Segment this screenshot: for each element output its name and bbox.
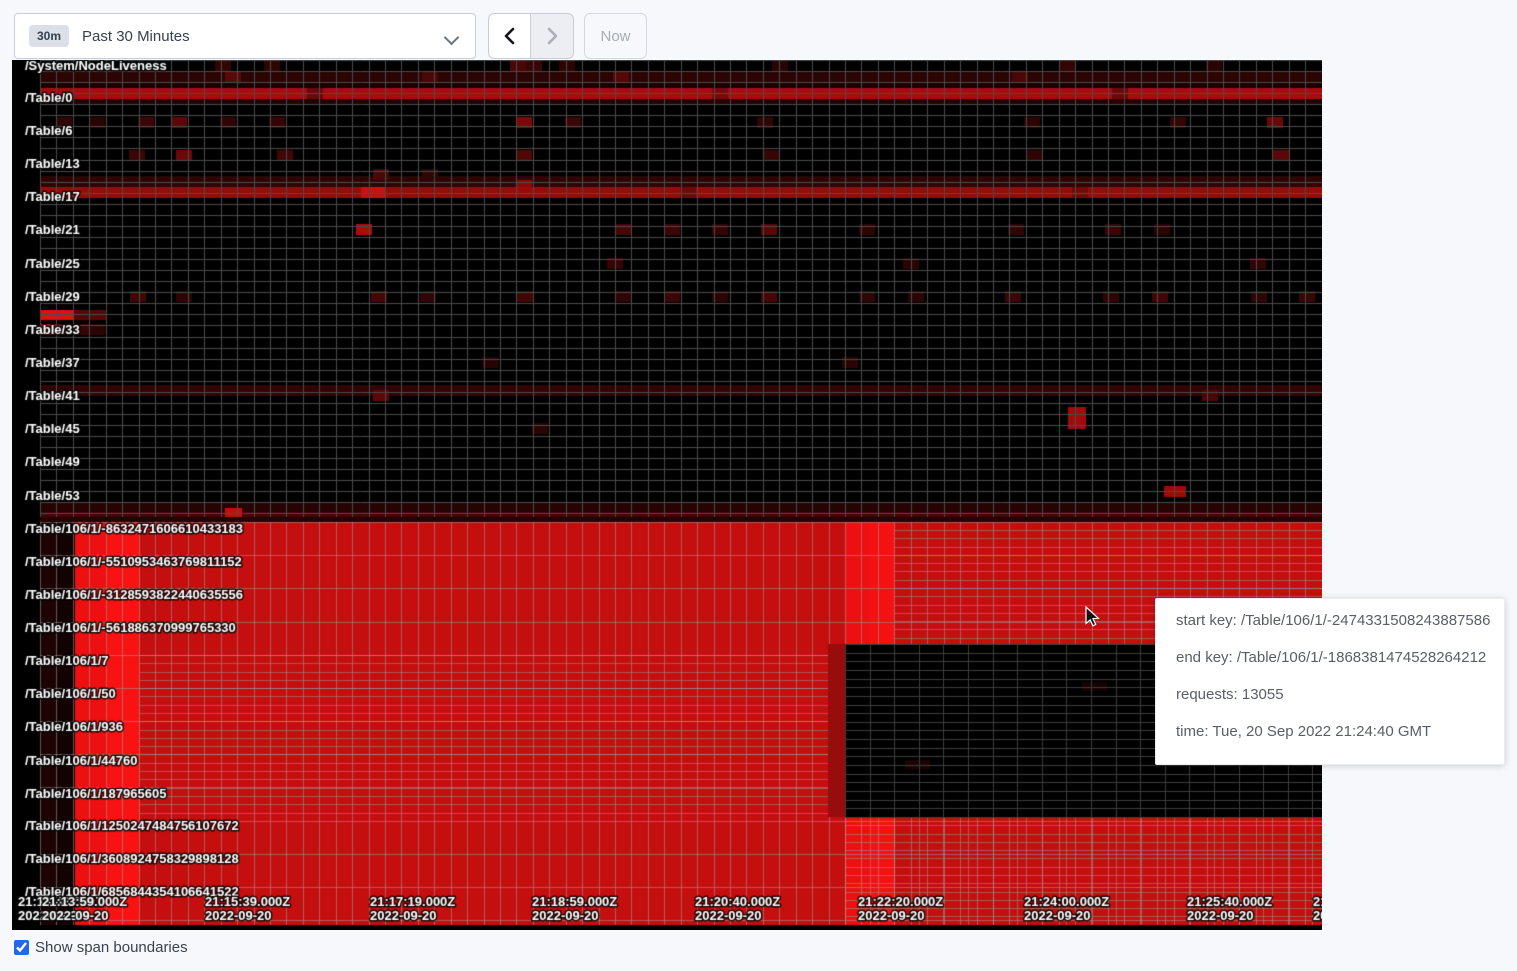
footer: Show span boundaries bbox=[14, 939, 188, 956]
tooltip-start-key: start key: /Table/106/1/-247433150824388… bbox=[1176, 613, 1504, 629]
chevron-left-icon bbox=[503, 27, 516, 45]
time-range-select[interactable]: 30m Past 30 Minutes bbox=[14, 13, 476, 59]
tooltip-time: time: Tue, 20 Sep 2022 21:24:40 GMT bbox=[1176, 724, 1504, 740]
next-time-button[interactable] bbox=[531, 13, 574, 59]
mouse-cursor-icon bbox=[1083, 606, 1103, 633]
span-boundaries-label: Show span boundaries bbox=[35, 939, 188, 956]
now-button[interactable]: Now bbox=[584, 13, 647, 59]
tooltip-requests: requests: 13055 bbox=[1176, 687, 1504, 703]
time-range-label: Past 30 Minutes bbox=[82, 28, 190, 45]
cell-tooltip: start key: /Table/106/1/-247433150824388… bbox=[1155, 598, 1505, 765]
time-nav-group bbox=[488, 13, 574, 59]
chevron-down-icon bbox=[444, 30, 460, 46]
time-range-badge: 30m bbox=[29, 25, 69, 47]
tooltip-end-key: end key: /Table/106/1/-18683814745282642… bbox=[1176, 650, 1504, 666]
prev-time-button[interactable] bbox=[488, 13, 531, 59]
chevron-right-icon bbox=[546, 27, 559, 45]
toolbar: 30m Past 30 Minutes Now bbox=[0, 0, 1517, 59]
span-boundaries-checkbox[interactable] bbox=[14, 940, 29, 955]
keyvis-heatmap-canvas[interactable] bbox=[12, 60, 1322, 930]
